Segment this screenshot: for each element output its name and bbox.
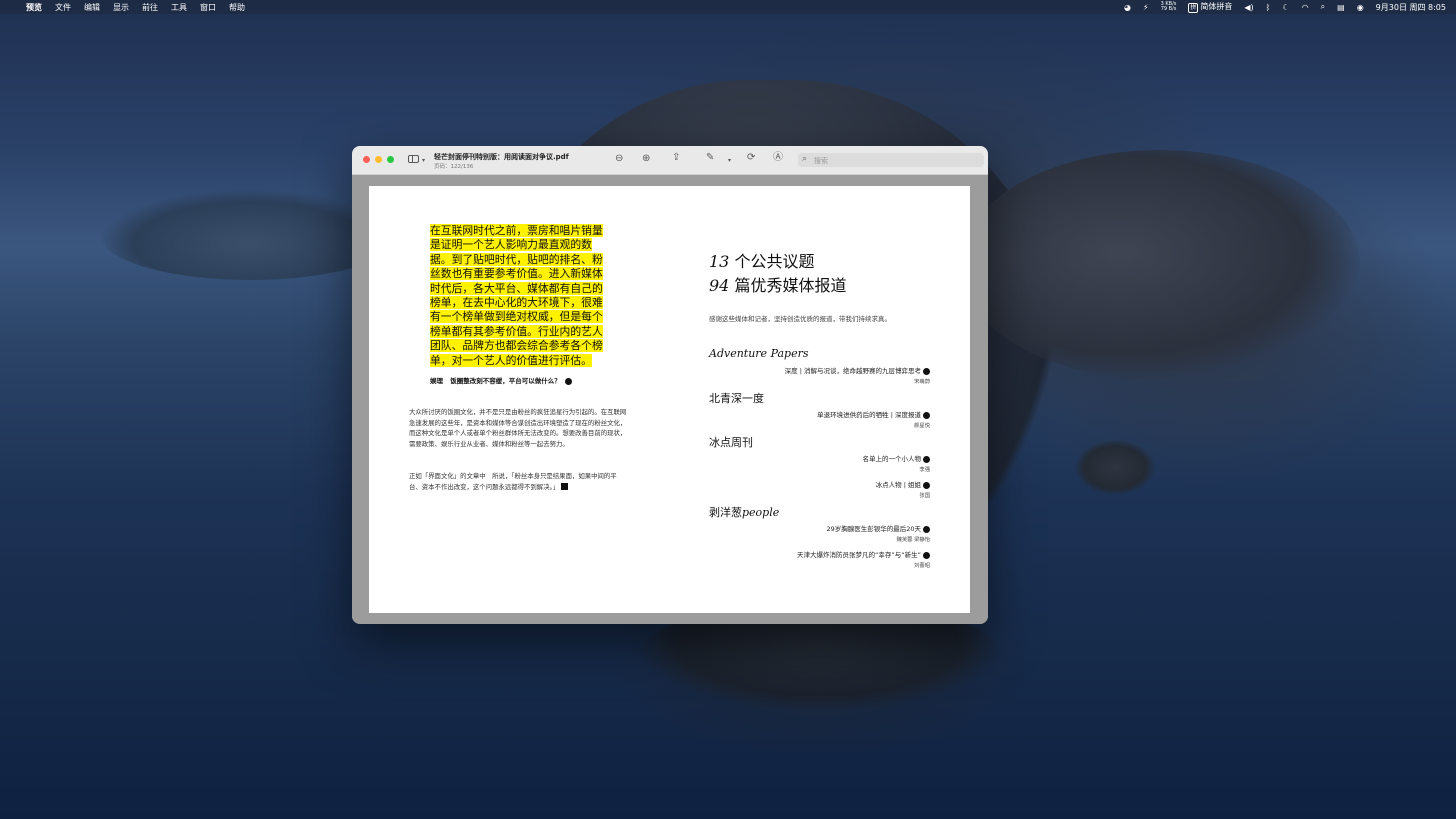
- rotate-icon[interactable]: ⟳: [747, 153, 755, 163]
- publication-title: 剥洋葱people: [709, 504, 779, 520]
- annotate-circle-icon[interactable]: Ⓐ: [773, 153, 783, 163]
- menu-go[interactable]: 前往: [142, 2, 158, 13]
- article-author: 魏芙蓉 梁静怡: [896, 537, 930, 543]
- article-title: 名单上的一个小人物: [862, 455, 922, 463]
- headline-topics-text: 个公共议题: [729, 252, 815, 271]
- headline-topics: 13 个公共议题: [709, 248, 814, 272]
- link-dot-icon: [923, 411, 930, 419]
- publication-title-en: people: [742, 506, 780, 519]
- caption-source: 娱理: [430, 377, 443, 385]
- link-dot-icon: [923, 525, 930, 533]
- menu-view[interactable]: 显示: [113, 2, 129, 13]
- close-button[interactable]: [363, 156, 370, 163]
- link-dot-icon: [923, 551, 930, 559]
- menu-bar: 预览 文件 编辑 显示 前往 工具 窗口 帮助 ◕ ⚡ 3 KB/s 79 B/…: [0, 0, 1456, 14]
- article-link[interactable]: 深度 | 消解与况谈，绝命越野赛的九层博弈思考: [785, 365, 930, 375]
- link-dot-icon: [923, 455, 930, 463]
- article-author: 宋萌蔚: [914, 379, 930, 385]
- article-author: 颜星悦: [914, 423, 930, 429]
- search-icon: ⌕: [802, 154, 808, 164]
- headline-reports: 94 篇优秀媒体报道: [709, 272, 846, 296]
- publication-title: Adventure Papers: [709, 347, 809, 360]
- document-viewport[interactable]: 在互联网时代之前，票房和唱片销量是证明一个艺人影响力最直观的数据。到了贴吧时代，…: [352, 175, 988, 624]
- menu-file[interactable]: 文件: [55, 2, 71, 13]
- end-mark-icon: [561, 483, 569, 491]
- article-author: 李强: [919, 467, 930, 473]
- bluetooth-icon[interactable]: ᛒ: [1266, 3, 1271, 12]
- clock[interactable]: 9月30日 周四 8:05: [1376, 2, 1446, 13]
- markup-chevron-icon[interactable]: ▾: [728, 156, 731, 166]
- control-center-icon[interactable]: ▤: [1337, 3, 1345, 12]
- chevron-down-icon[interactable]: ▾: [422, 156, 425, 166]
- link-dot-icon[interactable]: [565, 377, 573, 385]
- network-activity-icon[interactable]: ⚡: [1143, 3, 1149, 12]
- zoom-in-icon[interactable]: ⊕: [642, 154, 650, 164]
- sidebar-toggle-icon[interactable]: [408, 155, 419, 163]
- wallpaper-cliff-right: [960, 150, 1360, 380]
- document-title: 轻芒封面停刊特别版：用阅读面对争议.pdf: [434, 153, 569, 161]
- zoom-button[interactable]: [387, 156, 394, 163]
- menu-tools[interactable]: 工具: [171, 2, 187, 13]
- menu-window[interactable]: 窗口: [200, 2, 216, 13]
- wechat-icon[interactable]: ◕: [1124, 3, 1131, 12]
- wifi-icon[interactable]: ◠: [1302, 3, 1309, 12]
- body-paragraph-2: 正如「界面文化」的文章中 所说，「粉丝本身只是结果面，如果中间的平台、资本不作出…: [409, 471, 629, 492]
- article-title: 天津大爆炸消防员张梦凡的“幸存”与“新生”: [797, 551, 921, 559]
- night-shift-icon[interactable]: ☾: [1282, 3, 1289, 12]
- headline-topics-number: 13: [709, 252, 730, 271]
- publication-title: 北青深一度: [709, 392, 764, 405]
- article-author: 张国: [919, 493, 930, 499]
- markup-pen-icon[interactable]: ✎: [706, 153, 714, 163]
- menu-edit[interactable]: 编辑: [84, 2, 100, 13]
- article-link[interactable]: 名单上的一个小人物: [862, 453, 930, 463]
- network-speed[interactable]: 3 KB/s 79 B/s: [1161, 2, 1177, 12]
- zoom-out-icon[interactable]: ⊖: [615, 154, 623, 164]
- input-method[interactable]: 拼简体拼音: [1188, 1, 1232, 13]
- volume-icon[interactable]: ◀): [1244, 3, 1253, 12]
- menu-help[interactable]: 帮助: [229, 2, 245, 13]
- link-dot-icon: [923, 481, 930, 489]
- article-link[interactable]: 天津大爆炸消防员张梦凡的“幸存”与“新生”: [797, 549, 930, 559]
- article-title: 29岁胸腺医生彭银华的最后20天: [826, 525, 921, 533]
- search-field[interactable]: ⌕ 搜索: [798, 153, 984, 167]
- share-icon[interactable]: ⇪: [672, 153, 680, 163]
- siri-icon[interactable]: ◉: [1357, 3, 1364, 12]
- publication-title: 冰点周刊: [709, 436, 753, 449]
- article-link[interactable]: 冰点人物 | 姐姐: [876, 479, 930, 489]
- headline-reports-text: 篇优秀媒体报道: [729, 276, 847, 295]
- link-dot-icon: [923, 367, 930, 375]
- body-paragraph-1: 大众所讨厌的饭圈文化，并不是只是由粉丝的疯狂追星行为引起的。在互联网急速发展的这…: [409, 408, 627, 448]
- article-link[interactable]: 29岁胸腺医生彭银华的最后20天: [826, 523, 930, 533]
- input-method-label: 简体拼音: [1200, 2, 1233, 11]
- caption-title: 饭圈整改刻不容缓，平台可以做什么？: [450, 377, 561, 385]
- minimize-button[interactable]: [375, 156, 382, 163]
- spotlight-search-icon[interactable]: ⌕: [1321, 2, 1325, 12]
- input-method-icon: 拼: [1188, 3, 1199, 13]
- article-title: 冰点人物 | 姐姐: [875, 481, 921, 489]
- quote-caption: 娱理 饭圈整改刻不容缓，平台可以做什么？: [430, 375, 573, 385]
- highlighted-quote[interactable]: 在互联网时代之前，票房和唱片销量是证明一个艺人影响力最直观的数据。到了贴吧时代，…: [430, 224, 612, 368]
- article-title: 单退环境进供药后的牺牲 | 深度报道: [817, 411, 921, 419]
- body-paragraph-2-text: 正如「界面文化」的文章中 所说，「粉丝本身只是结果面，如果中间的平台、资本不作出…: [409, 472, 617, 491]
- preview-window: ▾ 轻芒封面停刊特别版：用阅读面对争议.pdf 页码：122/136 ⊖ ⊕ ⇪…: [352, 146, 988, 624]
- thanks-text: 感谢这些媒体和记者，坚持创造优质的报道，带我们持续求真。: [709, 315, 891, 323]
- quote-highlight: 在互联网时代之前，票房和唱片销量是证明一个艺人影响力最直观的数据。到了贴吧时代，…: [430, 224, 603, 367]
- wallpaper-rock: [1075, 440, 1155, 495]
- headline-reports-number: 94: [709, 276, 730, 295]
- window-toolbar: ▾ 轻芒封面停刊特别版：用阅读面对争议.pdf 页码：122/136 ⊖ ⊕ ⇪…: [352, 146, 988, 175]
- page-indicator: 页码：122/136: [434, 164, 474, 170]
- menu-app-name[interactable]: 预览: [26, 2, 42, 13]
- article-title: 深度 | 消解与况谈，绝命越野赛的九层博弈思考: [784, 367, 921, 375]
- article-author: 刘蕾昭: [914, 563, 930, 569]
- search-placeholder: 搜索: [814, 157, 828, 165]
- network-download-speed: 79 B/s: [1160, 6, 1177, 12]
- pdf-page[interactable]: 在互联网时代之前，票房和唱片销量是证明一个艺人影响力最直观的数据。到了贴吧时代，…: [369, 186, 970, 613]
- article-link[interactable]: 单退环境进供药后的牺牲 | 深度报道: [817, 409, 930, 419]
- publication-title-cn: 剥洋葱: [709, 506, 742, 519]
